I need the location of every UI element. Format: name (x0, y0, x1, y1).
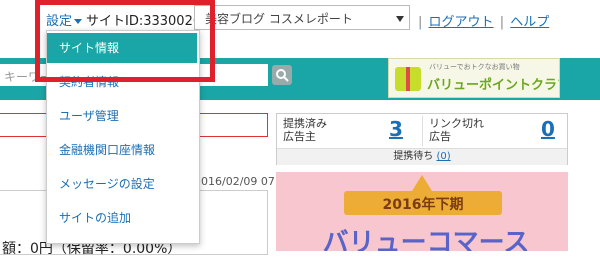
partnered-count[interactable]: 3 (389, 117, 403, 141)
broken-link-count[interactable]: 0 (541, 117, 555, 141)
menu-item-add-site[interactable]: サイトの追加 (47, 203, 197, 233)
pending-label: 提携待ち (393, 151, 434, 162)
search-button[interactable] (272, 65, 292, 85)
crown-icon (412, 175, 432, 191)
logout-link[interactable]: ログアウト (429, 15, 494, 30)
separator: | (499, 15, 505, 30)
header-links: | ログアウト | ヘルプ (416, 11, 549, 30)
search-icon (276, 69, 289, 82)
pending-count[interactable]: (0) (437, 151, 451, 162)
menu-item-user-management[interactable]: ユーザ管理 (47, 101, 197, 131)
select-arrow-icon (396, 16, 404, 22)
menu-item-bank-account[interactable]: 金融機関口座情報 (47, 135, 197, 165)
pending-row: 提携待ち (0) (277, 148, 567, 165)
banner-title: バリューポイントクラブ (427, 78, 560, 93)
help-link[interactable]: ヘルプ (510, 15, 549, 30)
partner-stats: 提携済み 広告主 3 リンク切れ 広告 0 提携待ち (0) (276, 113, 568, 165)
promo-title: バリューコマース (322, 228, 530, 251)
banner-subtitle: バリューでおトクなお買い物 (429, 63, 520, 71)
separator: | (418, 15, 423, 30)
value-point-club-banner[interactable]: バリューでおトクなお買い物 バリューポイントクラブ (388, 58, 560, 98)
blog-select[interactable]: 美容ブログ コスメレポート (194, 5, 410, 30)
blog-select-value: 美容ブログ コスメレポート (205, 12, 353, 26)
promo-banner[interactable]: 2016年下期 バリューコマース (276, 172, 568, 251)
menu-item-message-settings[interactable]: メッセージの設定 (47, 169, 197, 199)
gift-icon (395, 67, 421, 91)
promo-ribbon-text: 2016年下期 (382, 197, 464, 213)
partnered-label: 提携済み 広告主 (283, 117, 327, 143)
stats-divider (422, 116, 423, 146)
highlight-box (35, 0, 215, 82)
promo-ribbon: 2016年下期 (344, 191, 502, 215)
broken-link-label: リンク切れ 広告 (429, 117, 484, 143)
